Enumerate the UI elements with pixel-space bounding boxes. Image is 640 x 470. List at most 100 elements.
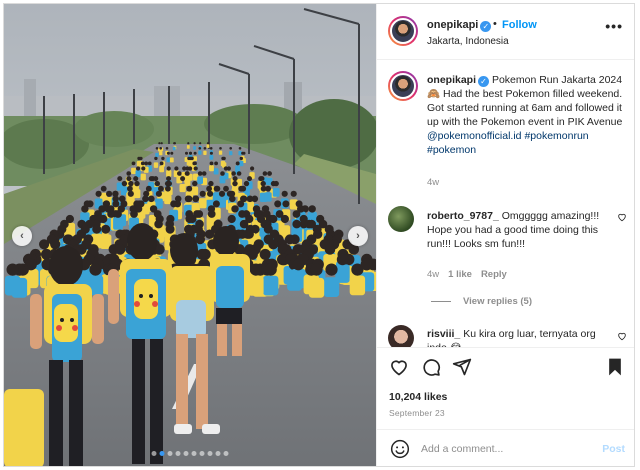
crowd-runner-head [166,166,171,171]
caption-avatar-image [390,73,416,99]
crowd-runner-head [196,248,208,260]
comment-text: risviii_ Ku kira org luar, ternyata org … [427,327,607,347]
commenter-username[interactable]: roberto_9787_ [427,210,499,222]
post-actions: 10,204 likes September 23 [377,347,634,429]
reply-button[interactable]: Reply [481,269,507,280]
crowd-runner-head [159,161,164,166]
carousel-dot [199,451,205,456]
follow-button[interactable]: Follow [502,19,537,31]
author-username[interactable]: onepikapi ✓ [427,19,492,32]
comment-meta: 4w 1 like Reply [427,269,507,280]
crowd-runner-head [165,147,169,150]
crowd-runner-head [218,190,226,197]
crowd-runner [186,145,190,149]
next-image-button[interactable]: › [348,226,368,246]
caption-username[interactable]: onepikapi [427,74,476,86]
post-date[interactable]: September 23 [389,408,445,418]
comment-likes-count[interactable]: 1 like [448,269,472,280]
verified-badge-icon: ✓ [480,21,492,32]
crowd-runner-head [137,156,141,161]
add-comment-bar: Post [377,429,634,466]
comment-like-icon[interactable] [617,331,627,341]
crowd-runner [166,170,172,177]
crowd-runner [197,176,203,184]
crowd-runner [113,217,123,230]
crowd-runner-head [208,180,214,187]
smiley-icon[interactable] [390,439,410,459]
post-media[interactable]: ‹ › [4,4,376,466]
crowd-runner-head [238,210,247,218]
crowd-runner [4,275,21,296]
crowd-runner-head [188,166,193,171]
paper-plane-icon[interactable] [452,357,472,377]
post-comment-button[interactable]: Post [602,443,625,455]
crowd-runner-head [106,190,113,197]
comments-section[interactable]: onepikapi ✓ Pokemon Run Jakarta 2024 🙈 Ha… [377,61,634,347]
crowd-runner-head [268,239,279,250]
crowd-runner-head [219,147,222,150]
post-modal: ‹ › onepikapi ✓ • Follow Jakarta, Indones… [3,3,635,467]
crowd-runner [153,162,159,168]
view-replies-button[interactable]: View replies (5) [431,296,532,307]
previous-image-button[interactable]: ‹ [12,226,32,246]
crowd-runner [308,277,325,298]
author-avatar[interactable] [388,16,418,46]
crowd-runner-head [280,214,289,224]
hashtag-link[interactable]: #pokemonrun [524,130,588,142]
crowd-runner-head [195,234,206,245]
crowd-runner-head [148,195,155,203]
post-location[interactable]: Jakarta, Indonesia [427,36,509,47]
crowd-runner-head [236,171,242,176]
caption-timestamp[interactable]: 4w [427,177,439,188]
mention-link[interactable]: @pokemonofficial.id [427,130,522,142]
crowd-runner-head [121,180,128,187]
crowd-runner [179,184,186,193]
caption-text-part2: Had the best Pokemon filled weekend. Got… [427,88,623,128]
post-caption: onepikapi ✓ Pokemon Run Jakarta 2024 🙈 Ha… [427,73,623,157]
heart-icon[interactable] [389,357,409,377]
crowd-runner-head [100,185,107,192]
crowd-runner-head [221,156,225,161]
crowd-runner-head [180,176,186,182]
crowd-runner-head [231,171,236,176]
carousel-dot [207,451,213,456]
author-username-text[interactable]: onepikapi [427,19,478,31]
caption-author-avatar[interactable] [388,71,418,101]
crowd-runner-head [189,151,192,155]
crowd-runner-head [134,180,140,187]
crowd-runner-head [281,190,288,197]
carousel-dot [191,451,197,456]
commenter-avatar[interactable] [388,325,414,347]
crowd-runner-head [141,166,146,171]
crowd-runner-head [199,190,206,197]
crowd-runner-head [193,166,198,171]
commenter-avatar[interactable] [388,206,414,232]
likes-count[interactable]: 10,204 likes [389,391,447,403]
crowd-runner-head [173,142,176,145]
crowd-runner [193,146,196,150]
commenter-username[interactable]: risviii_ [427,328,460,340]
crowd-runner-head [128,180,134,187]
crowd-runner-head [130,210,138,218]
view-replies-label[interactable]: View replies (5) [463,296,532,307]
comment-like-icon[interactable] [617,212,627,222]
comment-timestamp[interactable]: 4w [427,269,439,280]
crowd-runner-head [170,151,174,155]
crowd-runner [133,189,141,199]
hashtag-link[interactable]: #pokemon [427,144,476,156]
crowd-runner [248,276,264,296]
more-options-icon[interactable]: ••• [605,18,623,34]
bookmark-icon[interactable] [605,357,625,377]
crowd-runner-head [114,210,122,218]
author-avatar-image [390,18,416,44]
crowd-runner-head [237,200,245,208]
crowd-runner-head [201,171,207,176]
comment-text: roberto_9787_ Omggggg amazing!!! Hope yo… [427,209,607,251]
comment-icon[interactable] [421,357,441,377]
crowd-runner-head [159,147,162,150]
crowd-runner [209,165,214,172]
crowd-runner [272,188,280,197]
comment-input[interactable] [421,439,591,459]
crowd-runner-head [147,161,152,166]
crowd-runner-head [227,214,236,224]
